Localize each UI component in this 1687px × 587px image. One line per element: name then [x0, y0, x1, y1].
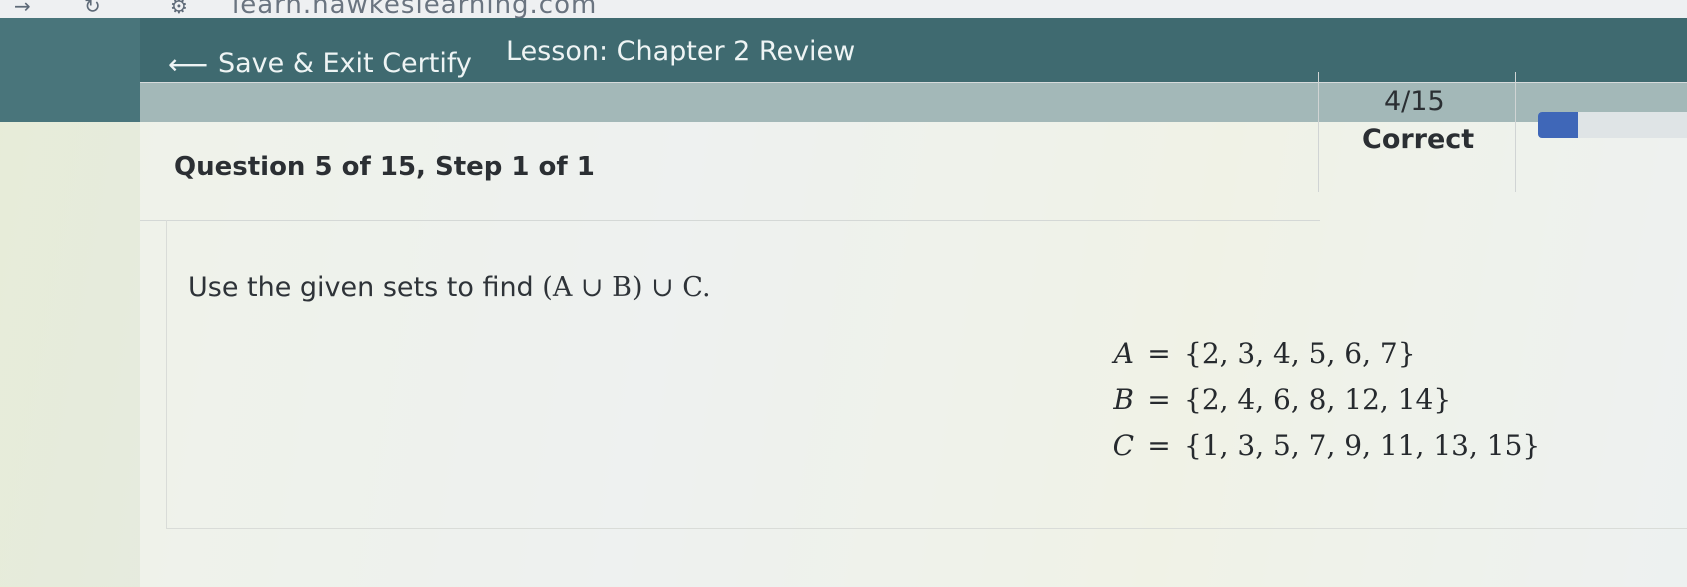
set-name: C — [1112, 428, 1134, 462]
question-title: Question 5 of 15, Step 1 of 1 — [174, 152, 595, 182]
set-row-c: C = {1, 3, 5, 7, 9, 11, 13, 15} — [1096, 422, 1541, 468]
browser-toolbar: → ↻ ⚙ learn.hawkeslearning.com — [0, 0, 1687, 20]
sets-list: A = {2, 3, 4, 5, 6, 7} B = {2, 4, 6, 8, … — [1096, 330, 1541, 468]
nav-left-panel — [0, 18, 140, 122]
equals-sign: = — [1147, 336, 1171, 370]
set-value: {2, 4, 6, 8, 12, 14} — [1184, 382, 1452, 416]
question-prompt: Use the given sets to find (A ∪ B) ∪ C. — [188, 272, 711, 303]
address-bar-url[interactable]: learn.hawkeslearning.com — [232, 0, 597, 20]
set-name: A — [1113, 336, 1134, 370]
lesson-title: Lesson: Chapter 2 Review — [506, 36, 856, 67]
set-name: B — [1113, 382, 1134, 416]
prompt-math: (A ∪ B) ∪ C. — [542, 272, 711, 303]
set-value: {1, 3, 5, 7, 9, 11, 13, 15} — [1184, 428, 1541, 462]
equals-sign: = — [1147, 428, 1171, 462]
reload-icon[interactable]: ↻ — [84, 0, 101, 18]
set-row-b: B = {2, 4, 6, 8, 12, 14} — [1096, 376, 1540, 422]
save-exit-button[interactable]: Save & Exit Certify — [218, 48, 472, 79]
set-row-a: A = {2, 3, 4, 5, 6, 7} — [1096, 330, 1540, 376]
progress-fill — [1538, 112, 1579, 138]
arrow-left-icon[interactable]: ⟵ — [168, 48, 208, 81]
progress-bar — [1538, 112, 1687, 138]
score-fraction: 4/15 — [1384, 86, 1445, 117]
arrow-right-icon[interactable]: → — [14, 0, 31, 18]
site-settings-icon[interactable]: ⚙ — [170, 0, 188, 18]
equals-sign: = — [1147, 382, 1171, 416]
prompt-text: Use the given sets to find — [188, 272, 543, 303]
score-label: Correct — [1362, 124, 1475, 155]
set-value: {2, 3, 4, 5, 6, 7} — [1184, 336, 1416, 370]
